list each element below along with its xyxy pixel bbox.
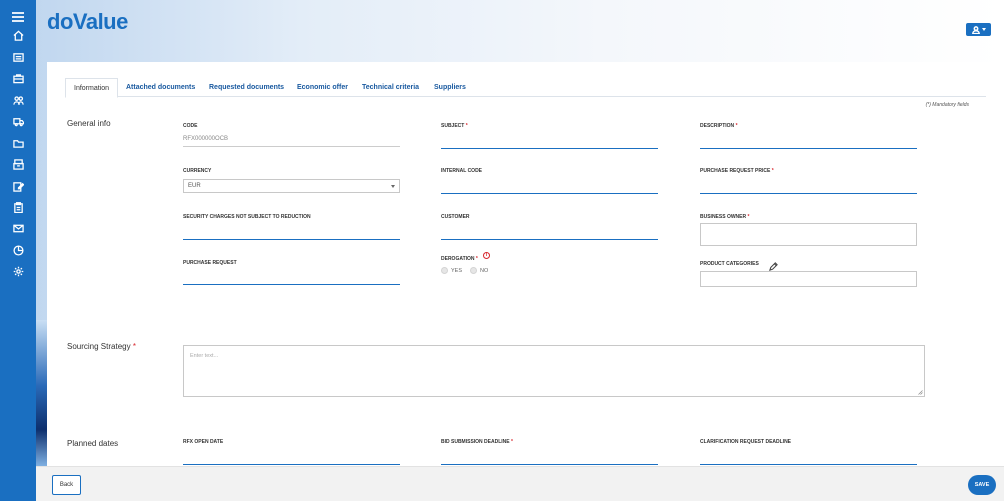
business-owner-input[interactable]: [700, 223, 917, 246]
business-owner-label: BUSINESS OWNER *: [700, 214, 750, 220]
customer-label: CUSTOMER: [441, 214, 470, 220]
footer-bar: Back SAVE: [36, 466, 1004, 501]
app-logo: doValue: [47, 9, 128, 34]
sidebar: [0, 0, 36, 501]
user-menu-button[interactable]: [966, 23, 991, 36]
purchase-request-input[interactable]: [183, 271, 400, 285]
section-planned-dates: Planned dates: [67, 439, 119, 448]
currency-value: EUR: [188, 183, 201, 189]
product-categories-label: PRODUCT CATEGORIES: [700, 261, 759, 267]
purchase-request-label: PURCHASE REQUEST: [183, 260, 237, 266]
purchase-request-price-input[interactable]: [700, 180, 917, 194]
tab-suppliers[interactable]: Suppliers: [426, 78, 474, 97]
tab-bar: Information Attached documents Requested…: [65, 78, 986, 98]
mail-icon[interactable]: [0, 218, 36, 238]
derogation-no[interactable]: NO: [470, 267, 488, 274]
description-input[interactable]: [700, 135, 917, 149]
resize-handle-icon[interactable]: [918, 390, 923, 395]
rfx-open-date-label: RFX OPEN DATE: [183, 439, 224, 445]
rfx-open-date-input[interactable]: [183, 451, 400, 465]
customer-input[interactable]: [441, 226, 658, 240]
derogation-yes[interactable]: YES: [441, 267, 462, 274]
save-button[interactable]: SAVE: [968, 475, 996, 495]
users-icon[interactable]: [0, 90, 36, 110]
internal-code-label: INTERNAL CODE: [441, 168, 483, 174]
clarification-request-deadline-input[interactable]: [700, 451, 917, 465]
archive-icon[interactable]: [0, 154, 36, 174]
mandatory-note: (*) Mandatory fields: [925, 102, 969, 108]
home-icon[interactable]: [0, 25, 36, 45]
currency-select[interactable]: EUR: [183, 179, 400, 193]
section-sourcing-strategy: Sourcing Strategy *: [67, 342, 136, 351]
tab-economic-offer[interactable]: Economic offer: [289, 78, 356, 97]
user-icon: [971, 25, 980, 34]
chevron-down-icon: [981, 28, 986, 31]
tab-technical-criteria[interactable]: Technical criteria: [354, 78, 427, 97]
list-icon[interactable]: [0, 47, 36, 67]
edit-icon[interactable]: [0, 176, 36, 196]
code-label: CODE: [183, 123, 198, 129]
tab-attached-documents[interactable]: Attached documents: [118, 78, 203, 97]
security-charges-input[interactable]: [183, 226, 400, 240]
menu-icon[interactable]: [0, 7, 36, 27]
derogation-label: DEROGATION *: [441, 256, 478, 262]
info-icon[interactable]: i: [483, 252, 490, 259]
radio-no[interactable]: [470, 267, 477, 274]
tab-requested-documents[interactable]: Requested documents: [201, 78, 292, 97]
clarification-request-deadline-label: CLARIFICATION REQUEST DEADLINE: [700, 439, 792, 445]
folder-icon[interactable]: [0, 133, 36, 153]
subject-label: SUBJECT *: [441, 123, 468, 129]
bid-submission-deadline-label: BID SUBMISSION DEADLINE *: [441, 439, 513, 445]
internal-code-input[interactable]: [441, 180, 658, 194]
sourcing-strategy-textarea[interactable]: Enter text...: [183, 345, 925, 397]
currency-label: CURRENCY: [183, 168, 212, 174]
chart-icon[interactable]: [0, 240, 36, 260]
description-label: DESCRIPTION *: [700, 123, 738, 129]
truck-icon[interactable]: [0, 111, 36, 131]
clipboard-icon[interactable]: [0, 197, 36, 217]
security-charges-label: SECURITY CHARGES NOT SUBJECT TO REDUCTIO…: [183, 214, 311, 220]
briefcase-icon[interactable]: [0, 68, 36, 88]
radio-yes[interactable]: [441, 267, 448, 274]
sourcing-strategy-placeholder: Enter text...: [190, 353, 219, 359]
tab-information[interactable]: Information: [65, 78, 119, 98]
main-panel: Information Attached documents Requested…: [47, 62, 1004, 466]
chevron-down-icon: [391, 185, 395, 188]
decorative-stripe: [36, 320, 47, 466]
product-categories-input[interactable]: [700, 271, 917, 287]
section-general-info: General info: [67, 119, 111, 128]
gear-icon[interactable]: [0, 261, 36, 281]
back-button[interactable]: Back: [52, 475, 81, 495]
purchase-request-price-label: PURCHASE REQUEST PRICE *: [700, 168, 774, 174]
code-field: RFX000000OCB: [183, 133, 400, 147]
bid-submission-deadline-input[interactable]: [441, 451, 658, 465]
subject-input[interactable]: [441, 135, 658, 149]
